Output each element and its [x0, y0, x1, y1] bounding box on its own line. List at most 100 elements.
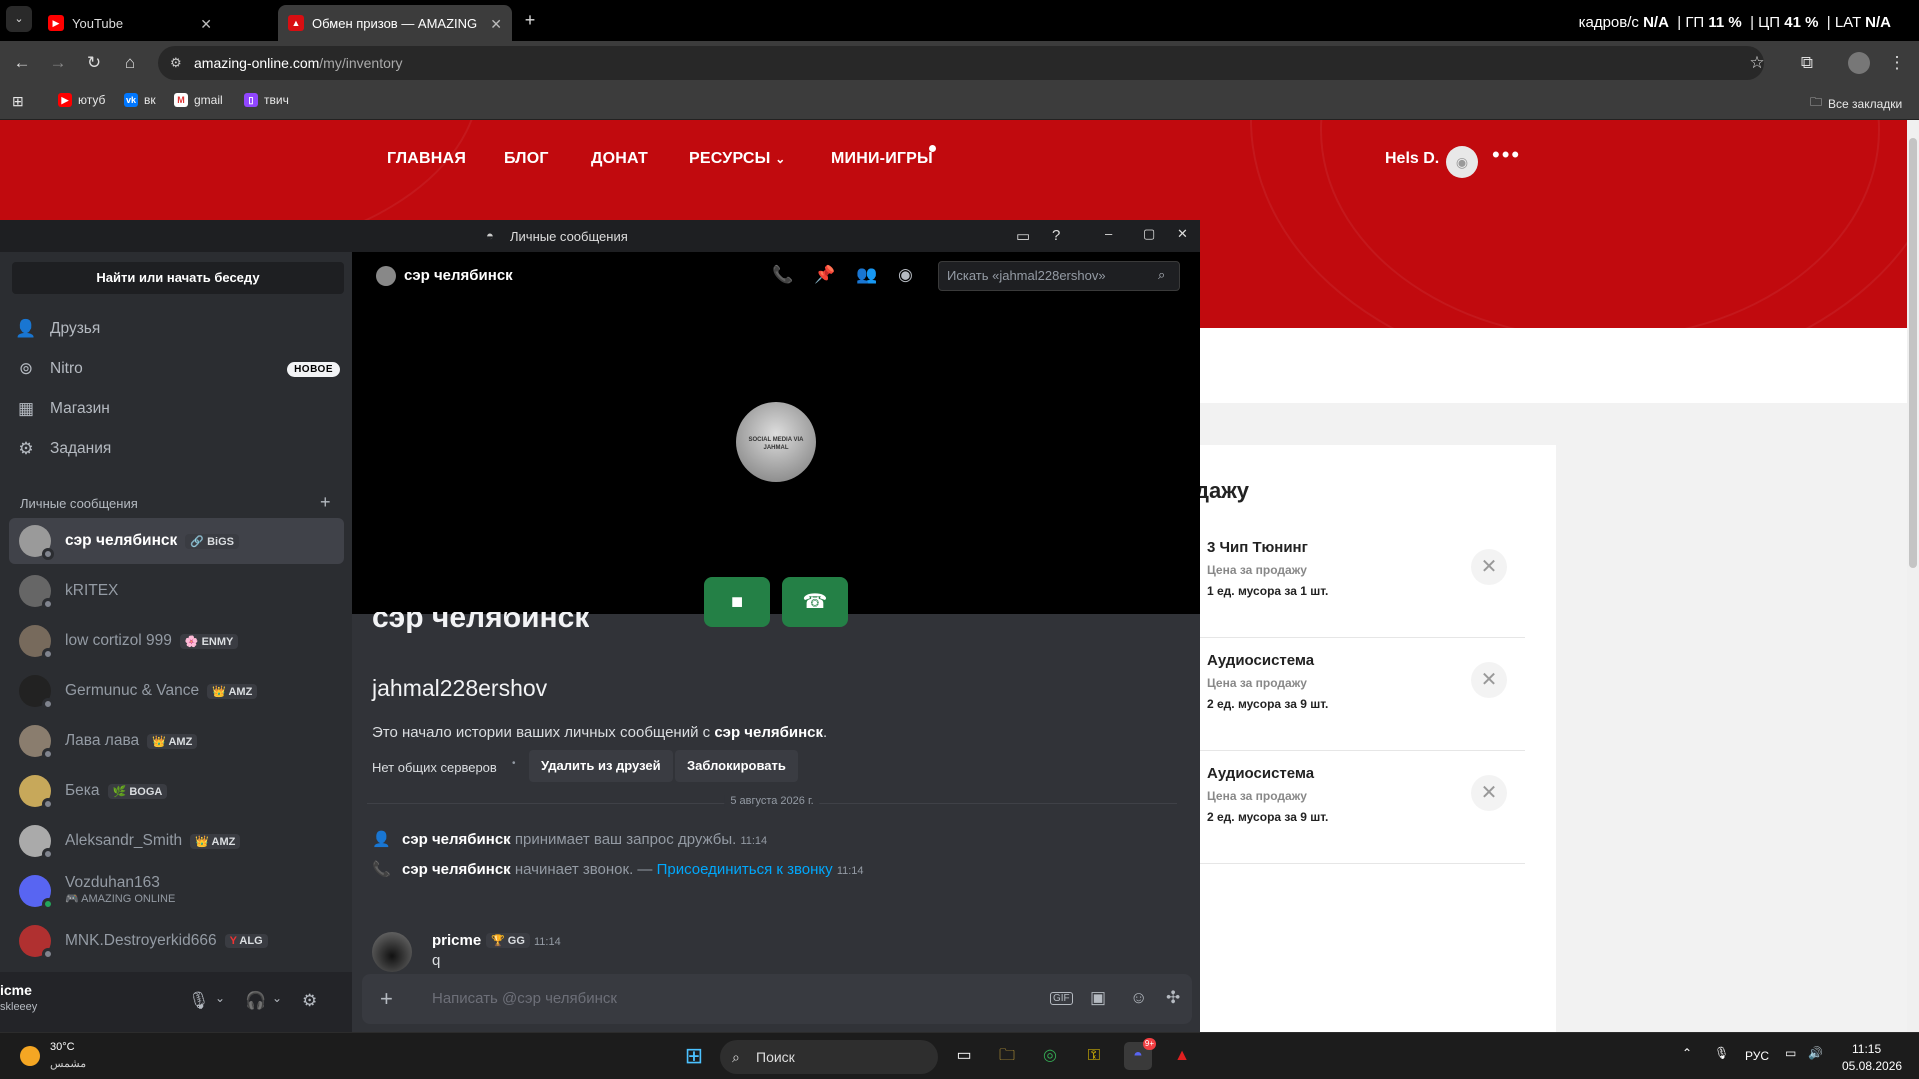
- minimize-icon[interactable]: –: [1105, 226, 1112, 241]
- nav-resources[interactable]: РЕСУРСЫ ⌄: [689, 150, 785, 168]
- close-window-icon[interactable]: ✕: [1177, 226, 1188, 242]
- url-input[interactable]: ⚙ amazing-online.com/my/inventory: [158, 46, 1764, 80]
- scrollbar-thumb[interactable]: [1909, 138, 1917, 568]
- avatar[interactable]: [372, 932, 412, 972]
- dm-item[interactable]: Лава лава 👑 AMZ: [9, 718, 344, 764]
- dm-item[interactable]: MNK.Destroyerkid666 Y ALG: [9, 918, 344, 964]
- apps-grid-icon[interactable]: ⊞: [12, 93, 24, 110]
- message-input[interactable]: Написать @сэр челябинск: [432, 990, 617, 1007]
- nav-home[interactable]: ГЛАВНАЯ: [387, 150, 466, 168]
- bookmark-twitch[interactable]: ▯ твич: [244, 93, 289, 107]
- more-dots-icon[interactable]: •••: [1492, 142, 1521, 168]
- taskbar-search[interactable]: ⌕ Поиск: [720, 1040, 938, 1074]
- create-dm-icon[interactable]: +: [320, 492, 331, 513]
- amazing-taskbar-icon[interactable]: ▲: [1168, 1042, 1196, 1070]
- volume-icon[interactable]: 🔊: [1808, 1046, 1823, 1060]
- remove-icon[interactable]: ✕: [1471, 549, 1507, 585]
- message-author[interactable]: pricme: [432, 932, 481, 949]
- bookmark-gmail[interactable]: Mgmail: [174, 93, 223, 107]
- nav-blog[interactable]: БЛОГ: [504, 150, 549, 168]
- block-button[interactable]: Заблокировать: [675, 750, 798, 782]
- inbox-icon[interactable]: ▭: [1016, 227, 1030, 245]
- add-friends-icon[interactable]: 👥: [856, 265, 877, 285]
- remove-friend-button[interactable]: Удалить из друзей: [529, 750, 673, 782]
- profile-avatar[interactable]: [1848, 52, 1870, 74]
- pin-icon[interactable]: 📌: [814, 265, 835, 285]
- close-tab-icon[interactable]: ✕: [490, 16, 502, 33]
- nav-donate[interactable]: ДОНАТ: [591, 150, 648, 168]
- user-panel-name[interactable]: icme: [0, 982, 32, 998]
- remove-icon[interactable]: ✕: [1471, 775, 1507, 811]
- apps-icon[interactable]: ✣: [1166, 988, 1180, 1008]
- site-info-icon[interactable]: ⚙: [170, 46, 182, 80]
- network-icon[interactable]: ▭: [1785, 1046, 1796, 1060]
- dm-item[interactable]: Vozduhan163 🎮 AMAZING ONLINE: [9, 868, 344, 914]
- clock-time[interactable]: 11:15: [1852, 1042, 1881, 1056]
- weather-sun-icon[interactable]: [20, 1046, 40, 1066]
- tab-amazing[interactable]: ▲ Обмен призов — AMAZING O ✕: [278, 5, 512, 41]
- gif-icon[interactable]: GIF: [1050, 992, 1073, 1005]
- chrome-icon[interactable]: ◎: [1036, 1042, 1064, 1070]
- bookmark-vk[interactable]: vk вк: [124, 93, 156, 107]
- bookmark-star-icon[interactable]: ☆: [1745, 51, 1769, 75]
- close-tab-icon[interactable]: ✕: [200, 16, 212, 33]
- menu-kebab-icon[interactable]: ⋮: [1885, 51, 1909, 75]
- microphone-icon[interactable]: 🎙: [1714, 1046, 1729, 1060]
- find-conversation-button[interactable]: Найти или начать беседу: [12, 262, 344, 294]
- dm-item[interactable]: Germunuc & Vance 👑 AMZ: [9, 668, 344, 714]
- menu-friends[interactable]: 👤 Друзья: [14, 310, 340, 348]
- task-view-icon[interactable]: ▭: [950, 1042, 978, 1070]
- nav-mini-games[interactable]: МИНИ-ИГРЫ: [831, 150, 933, 168]
- microphone-icon[interactable]: 🎙: [188, 991, 210, 1011]
- dm-item[interactable]: kRITEX: [9, 568, 344, 614]
- chevron-down-icon[interactable]: ⌄: [272, 991, 282, 1005]
- video-call-button[interactable]: ■: [704, 577, 770, 627]
- windows-start-icon[interactable]: ⊞: [680, 1042, 708, 1070]
- tab-search-icon[interactable]: ⌄: [6, 6, 32, 32]
- message-composer[interactable]: + Написать @сэр челябинск GIF ▣ ☺ ✣: [362, 974, 1192, 1024]
- dm-item[interactable]: Бека 🌿 BOGA: [9, 768, 344, 814]
- new-tab-icon[interactable]: +: [518, 8, 542, 32]
- user-profile-icon[interactable]: ◉: [898, 265, 913, 285]
- extensions-icon[interactable]: ⧉: [1795, 51, 1819, 75]
- chat-recipient-name[interactable]: сэр челябинск: [404, 267, 513, 284]
- reload-icon[interactable]: ↻: [82, 51, 106, 75]
- headphones-icon[interactable]: 🎧: [245, 991, 266, 1011]
- chat-search-input[interactable]: Искать «jahmal228ershov»: [938, 261, 1180, 291]
- emoji-icon[interactable]: ☺: [1130, 988, 1147, 1008]
- forward-icon[interactable]: →: [46, 51, 70, 75]
- settings-gear-icon[interactable]: ⚙: [302, 991, 317, 1011]
- guild-tag: 🏆 GG: [486, 933, 530, 948]
- voice-call-button[interactable]: ☎: [782, 577, 848, 627]
- help-icon[interactable]: ?: [1052, 227, 1060, 244]
- maximize-icon[interactable]: ▢: [1143, 226, 1155, 242]
- dm-item[interactable]: low cortizol 999 🌸 ENMY: [9, 618, 344, 664]
- tray-chevron-icon[interactable]: ⌃: [1682, 1046, 1692, 1060]
- dm-item[interactable]: Aleksandr_Smith 👑 AMZ: [9, 818, 344, 864]
- file-explorer-icon[interactable]: 🗀: [993, 1042, 1021, 1070]
- date-divider: 5 августа 2026 г.: [367, 795, 1177, 807]
- camera-icon[interactable]: ◉: [1446, 146, 1478, 178]
- menu-quests[interactable]: ⚙ Задания: [14, 430, 340, 468]
- clock-date[interactable]: 05.08.2026: [1842, 1059, 1902, 1073]
- app-icon[interactable]: ⚿: [1080, 1042, 1108, 1070]
- tab-youtube[interactable]: ▶ YouTube ✕: [38, 5, 222, 41]
- attach-plus-icon[interactable]: +: [380, 986, 393, 1012]
- site-username[interactable]: Hels D.: [1385, 150, 1439, 168]
- bookmark-youtube[interactable]: ▶ ютуб: [58, 93, 105, 107]
- all-bookmarks[interactable]: 🗀 Все закладки: [1810, 93, 1902, 114]
- remove-icon[interactable]: ✕: [1471, 662, 1507, 698]
- menu-nitro[interactable]: ⊚ Nitro НОВОЕ: [14, 350, 340, 388]
- chevron-down-icon[interactable]: ⌄: [215, 991, 225, 1005]
- voice-call-icon[interactable]: 📞: [772, 265, 793, 285]
- sticker-icon[interactable]: ▣: [1090, 988, 1106, 1008]
- back-icon[interactable]: ←: [10, 51, 34, 75]
- discord-taskbar-icon[interactable]: ◓ 9+: [1124, 1038, 1156, 1070]
- home-icon[interactable]: ⌂: [118, 51, 142, 75]
- dm-item[interactable]: сэр челябинск 🔗 BiGS: [9, 518, 344, 564]
- page-scrollbar[interactable]: [1907, 120, 1919, 1032]
- friends-icon: 👤: [15, 319, 37, 338]
- language-indicator[interactable]: РУС: [1745, 1049, 1769, 1063]
- join-call-link[interactable]: Присоединиться к звонку: [657, 861, 833, 878]
- menu-shop[interactable]: ▦ Магазин: [14, 390, 340, 428]
